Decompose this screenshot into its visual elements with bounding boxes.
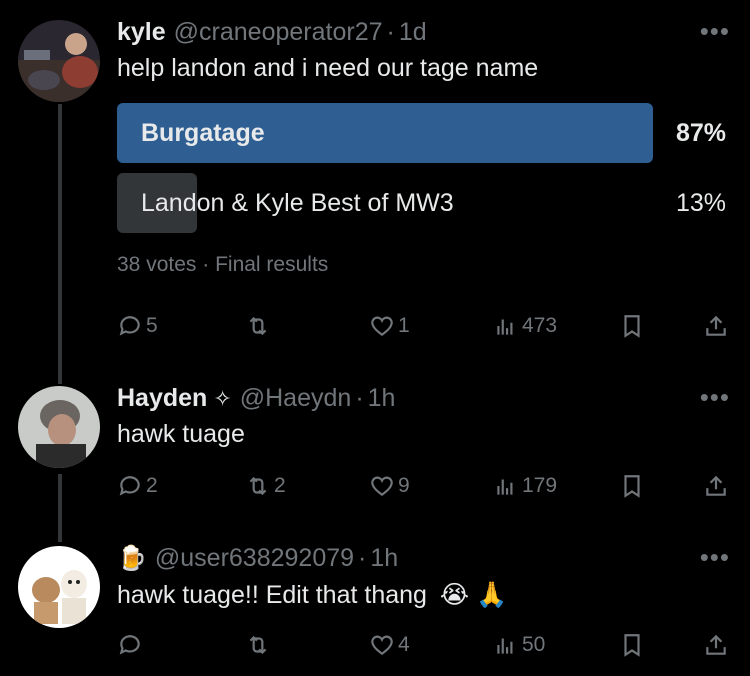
retweet-icon — [249, 635, 267, 655]
like-button[interactable]: 4 — [369, 632, 410, 658]
more-options-icon[interactable]: ••• — [700, 542, 730, 573]
separator: · — [386, 18, 395, 46]
poll-votes: 38 votes — [117, 253, 197, 276]
tweet-emoji: 😭 🙏 — [439, 581, 508, 609]
tweet-text-body: hawk tuage!! Edit that thang — [117, 581, 427, 609]
author-name[interactable]: kyle — [117, 18, 166, 47]
reply-icon — [119, 316, 140, 336]
share-button[interactable] — [703, 313, 729, 339]
views-icon — [497, 638, 513, 654]
views-count: 473 — [522, 314, 558, 337]
retweet-count: 2 — [274, 474, 286, 497]
retweet-icon — [249, 476, 267, 496]
views-count: 179 — [522, 474, 558, 497]
poll-option-1: Burgatage 87% — [117, 103, 730, 163]
reply-button[interactable]: 5 — [117, 313, 158, 339]
avatar[interactable] — [18, 20, 100, 102]
retweet-button[interactable] — [245, 313, 274, 339]
like-count: 9 — [398, 474, 410, 497]
like-count: 1 — [398, 314, 410, 337]
bookmark-icon — [624, 315, 640, 338]
tweet-text: hawk tuage — [117, 420, 245, 448]
share-icon — [706, 475, 726, 496]
verified-badge-icon: ✧ — [213, 386, 232, 411]
name-emoji[interactable]: 🍺 — [117, 544, 147, 573]
reply-count: 5 — [146, 314, 158, 337]
more-options-icon[interactable]: ••• — [700, 382, 730, 413]
separator: · — [355, 384, 364, 412]
tweet-actions: 4 50 — [117, 632, 727, 662]
reply-icon — [119, 635, 140, 655]
views-button[interactable]: 473 — [493, 313, 557, 339]
share-button[interactable] — [703, 473, 729, 499]
poll: Burgatage 87% Landon & Kyle Best of MW3 … — [117, 103, 730, 277]
share-icon — [706, 315, 726, 336]
heart-icon — [371, 635, 393, 655]
bookmark-icon — [624, 634, 640, 657]
like-button[interactable]: 1 — [369, 313, 410, 339]
poll-option-percent: 87% — [675, 119, 726, 147]
bookmark-icon — [624, 475, 640, 498]
timestamp[interactable]: 1h — [370, 544, 398, 573]
retweet-icon — [249, 316, 267, 336]
more-options-icon[interactable]: ••• — [700, 16, 730, 47]
retweet-button[interactable] — [245, 632, 274, 658]
author-name[interactable]: Hayden — [117, 384, 207, 413]
like-count: 4 — [398, 633, 410, 656]
share-button[interactable] — [703, 632, 729, 658]
poll-option-label: Burgatage — [141, 119, 265, 147]
author-handle[interactable]: @user638292079 — [155, 544, 354, 573]
heart-icon — [371, 476, 393, 496]
tweet-text: help landon and i need our tage name — [117, 54, 539, 82]
views-count: 50 — [522, 633, 546, 656]
bookmark-button[interactable] — [619, 313, 645, 339]
tweet-actions: 5 1 473 — [117, 313, 727, 343]
tweet-kyle[interactable]: kyle @craneoperator27 · 1d ••• help land… — [0, 16, 750, 358]
timestamp[interactable]: 1h — [368, 384, 396, 413]
share-icon — [706, 634, 726, 655]
reply-count: 2 — [146, 474, 158, 497]
poll-option-percent: 13% — [675, 189, 726, 217]
views-button[interactable]: 50 — [493, 632, 545, 658]
views-button[interactable]: 179 — [493, 473, 557, 499]
reply-button[interactable]: 2 — [117, 473, 158, 499]
views-icon — [497, 319, 513, 335]
avatar[interactable] — [18, 386, 100, 468]
views-icon — [497, 479, 513, 495]
reply-button[interactable] — [117, 632, 146, 658]
bookmark-button[interactable] — [619, 473, 645, 499]
poll-option-2: Landon & Kyle Best of MW3 13% — [117, 173, 730, 233]
timestamp[interactable]: 1d — [399, 18, 427, 47]
poll-option-label: Landon & Kyle Best of MW3 — [141, 189, 454, 217]
heart-icon — [371, 316, 393, 336]
poll-meta: 38 votes · Final results — [117, 253, 730, 277]
author-handle[interactable]: @craneoperator27 — [174, 18, 383, 47]
tweet-actions: 2 2 9 179 — [117, 473, 727, 503]
separator: · — [202, 253, 210, 276]
retweet-button[interactable]: 2 — [245, 473, 286, 499]
reply-icon — [119, 476, 140, 496]
like-button[interactable]: 9 — [369, 473, 410, 499]
bookmark-button[interactable] — [619, 632, 645, 658]
separator: · — [358, 544, 367, 572]
tweet-text: hawk tuage!! Edit that thang 😭 🙏 — [117, 580, 730, 610]
poll-status: Final results — [215, 253, 329, 276]
avatar[interactable] — [18, 546, 100, 628]
author-handle[interactable]: @Haeydn — [240, 384, 352, 413]
